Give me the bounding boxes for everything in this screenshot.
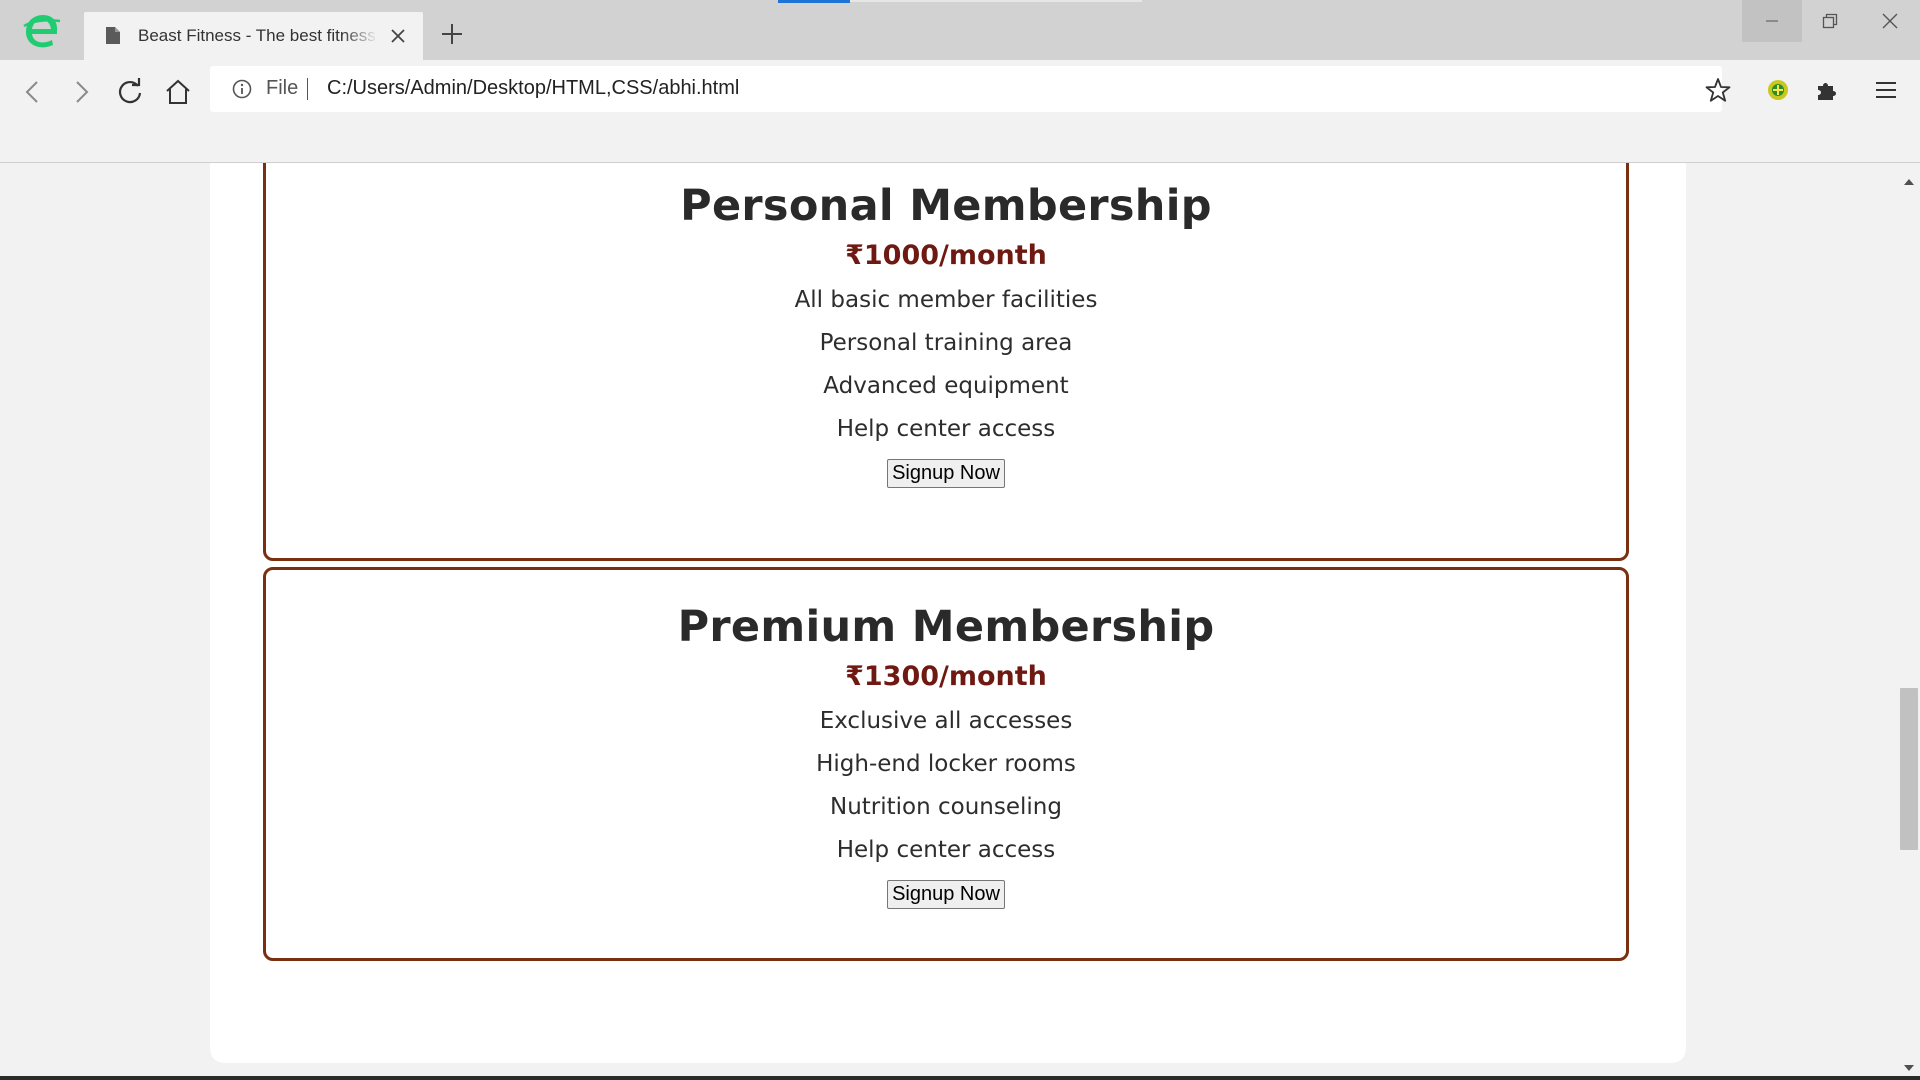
vertical-scrollbar[interactable] (1898, 163, 1920, 1076)
feature-item: Personal training area (819, 330, 1073, 356)
page-container: Personal Membership ₹1000/month All basi… (210, 163, 1686, 1063)
feature-item: Help center access (836, 837, 1056, 863)
puzzle-icon[interactable] (1808, 72, 1844, 108)
address-url[interactable]: C:/Users/Admin/Desktop/HTML,CSS/abhi.htm… (327, 77, 739, 100)
signup-button[interactable]: Signup Now (887, 459, 1005, 488)
forward-icon (76, 81, 89, 103)
feature-item: Nutrition counseling (830, 794, 1062, 820)
back-icon (25, 81, 38, 103)
plus-icon[interactable] (440, 22, 464, 46)
scroll-down-icon[interactable] (1903, 1057, 1915, 1076)
reload-icon (118, 78, 142, 104)
page-viewport: Personal Membership ₹1000/month All basi… (0, 163, 1898, 1076)
loading-indicator (778, 0, 850, 3)
scrollbar-thumb[interactable] (1900, 688, 1918, 850)
address-scheme: File (266, 77, 299, 99)
signup-button[interactable]: Signup Now (887, 880, 1005, 909)
browser-titlebar: Beast Fitness - The best fitness (0, 0, 1920, 60)
membership-card-personal: Personal Membership ₹1000/month All basi… (263, 163, 1629, 561)
document-icon (106, 27, 120, 44)
feature-item: Advanced equipment (823, 373, 1069, 399)
divider (307, 78, 308, 100)
app-logo-icon (22, 12, 62, 50)
star-icon[interactable] (1700, 72, 1736, 108)
restore-icon (1822, 13, 1838, 29)
info-icon[interactable] (232, 79, 252, 99)
restore-button[interactable] (1800, 0, 1860, 42)
minimize-button[interactable] (1742, 0, 1802, 42)
browser-toolbar: File C:/Users/Admin/Desktop/HTML,CSS/abh… (0, 60, 1920, 163)
address-bar[interactable]: File C:/Users/Admin/Desktop/HTML,CSS/abh… (210, 66, 1722, 112)
home-button[interactable] (158, 72, 198, 112)
forward-button[interactable] (62, 72, 102, 112)
membership-price: ₹1000/month (845, 240, 1047, 271)
membership-title: Premium Membership (677, 602, 1215, 652)
reload-button[interactable] (110, 72, 150, 112)
minimize-icon (1766, 20, 1778, 22)
membership-card-premium: Premium Membership ₹1300/month Exclusive… (263, 567, 1629, 961)
taskbar-edge (0, 1076, 1920, 1080)
window-close-button[interactable] (1860, 0, 1920, 42)
feature-item: All basic member facilities (794, 287, 1098, 313)
feature-item: Exclusive all accesses (819, 708, 1073, 734)
loading-track (850, 0, 1142, 2)
membership-title: Personal Membership (680, 181, 1212, 231)
menu-icon[interactable] (1868, 72, 1904, 108)
tab-active[interactable]: Beast Fitness - The best fitness (84, 12, 423, 60)
tab-title: Beast Fitness - The best fitness (138, 26, 376, 45)
close-icon[interactable] (387, 25, 409, 47)
feature-item: Help center access (836, 416, 1056, 442)
home-icon (166, 79, 190, 104)
extension-icon[interactable] (1760, 72, 1796, 108)
membership-price: ₹1300/month (845, 661, 1047, 692)
scroll-up-icon[interactable] (1903, 171, 1915, 190)
close-icon (1882, 13, 1898, 29)
back-button[interactable] (12, 72, 52, 112)
feature-item: High-end locker rooms (816, 751, 1076, 777)
